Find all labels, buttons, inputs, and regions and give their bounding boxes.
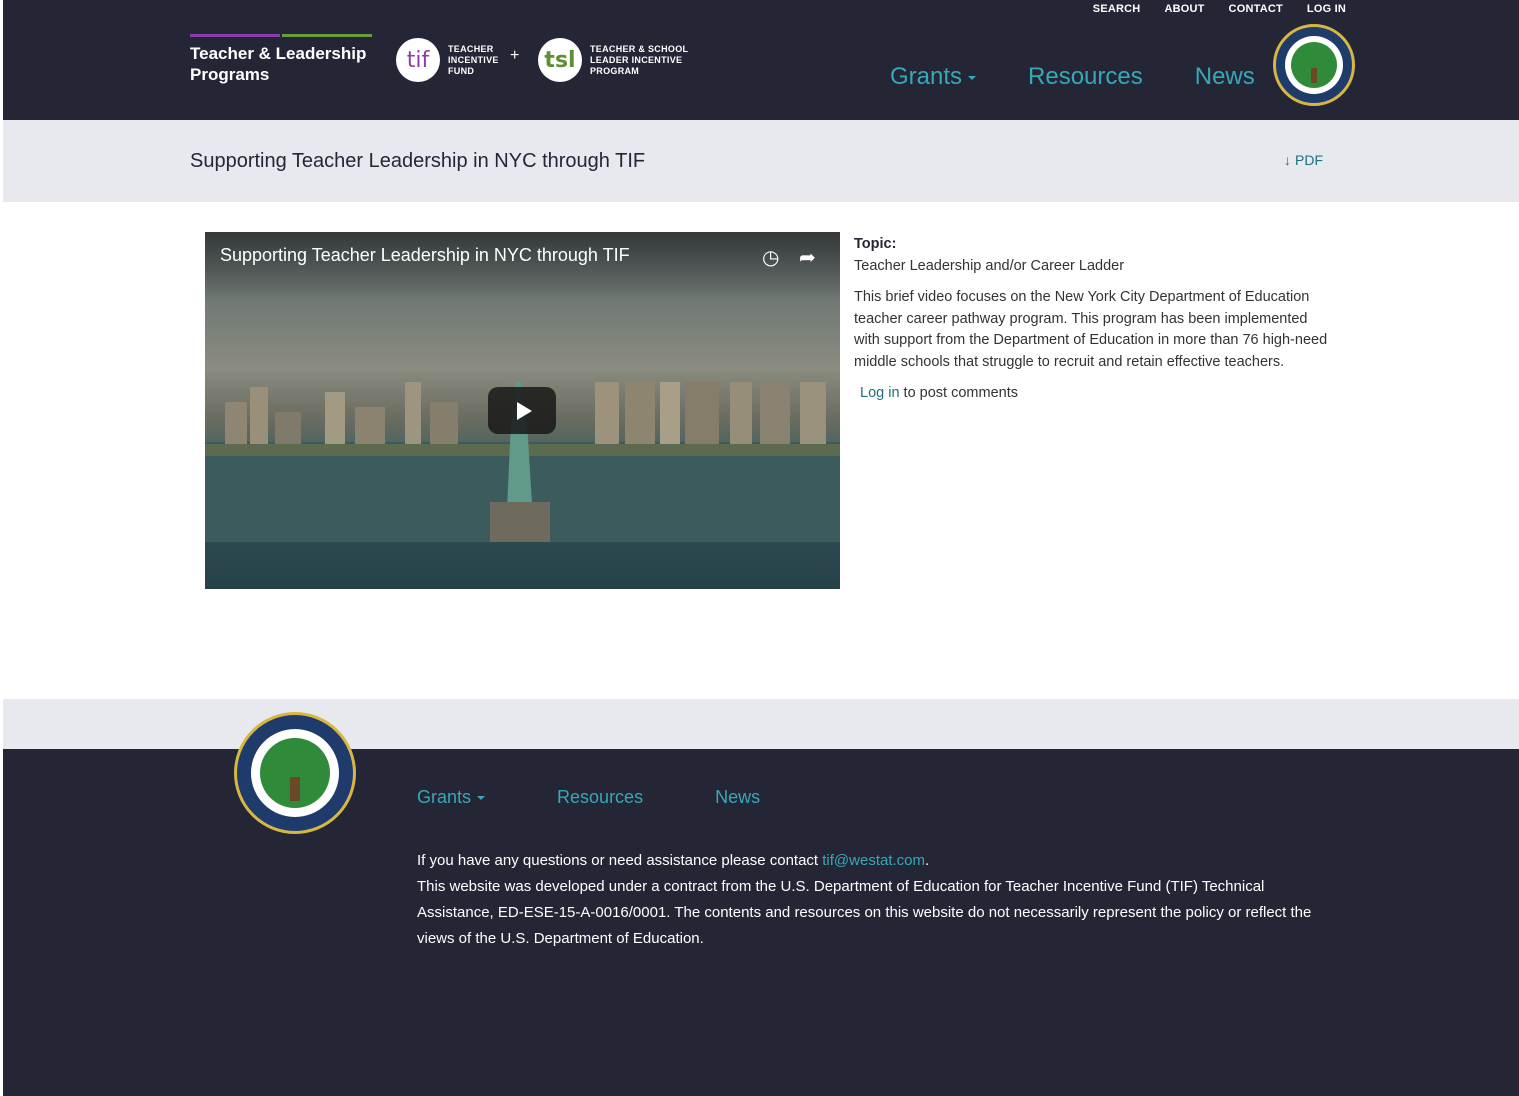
footer-disclaimer: This website was developed under a contr…	[417, 878, 1312, 947]
footer-contact: If you have any questions or need assist…	[417, 852, 930, 869]
nav-news[interactable]: News	[1195, 63, 1255, 91]
tif-logo-circle: tif	[396, 38, 440, 82]
page-title: Supporting Teacher Leadership in NYC thr…	[190, 150, 646, 172]
nav-grants[interactable]: Grants	[890, 63, 977, 91]
tif-logo[interactable]: tif TEACHER INCENTIVE FUND	[396, 38, 499, 82]
footer-nav: Grants Resources News	[417, 787, 760, 808]
login-to-comment-link[interactable]: Log in	[860, 385, 900, 401]
plus-sign: +	[510, 47, 520, 64]
nav-resources[interactable]: Resources	[1028, 63, 1143, 91]
contact-email-link[interactable]: tif@westat.com	[822, 852, 925, 869]
department-of-education-seal[interactable]	[1273, 24, 1355, 106]
footer-text: If you have any questions or need assist…	[417, 848, 1327, 952]
play-icon	[516, 401, 532, 420]
tsl-logo[interactable]: tsl TEACHER & SCHOOL LEADER INCENTIVE PROG…	[538, 38, 688, 82]
pdf-download-link[interactable]: ↓ PDF	[1284, 152, 1323, 168]
chevron-down-icon	[968, 75, 977, 80]
watch-later-icon[interactable]: ◷	[762, 245, 779, 270]
chevron-down-icon	[477, 796, 486, 801]
site-brand[interactable]: Teacher & Leadership Programs	[190, 34, 372, 85]
footer-department-of-education-seal[interactable]	[234, 712, 356, 834]
brand-color-bar	[190, 34, 372, 37]
utility-nav: SEARCH ABOUT CONTACT LOG IN	[1093, 3, 1346, 15]
footer-nav-resources[interactable]: Resources	[557, 787, 643, 808]
login-link[interactable]: LOG IN	[1307, 3, 1346, 15]
video-details: Topic: Teacher Leadership and/or Career …	[854, 234, 1334, 405]
footer-nav-news[interactable]: News	[715, 787, 760, 808]
tsl-logo-text: TEACHER & SCHOOL LEADER INCENTIVE PROGRAM	[590, 43, 689, 76]
comments-prompt: Log in to post comments	[860, 385, 1018, 401]
brand-title-line2: Programs	[190, 65, 270, 84]
download-arrow-icon: ↓	[1284, 152, 1291, 168]
topic-value: Teacher Leadership and/or Career Ladder	[854, 257, 1125, 274]
tif-logo-text: TEACHER INCENTIVE FUND	[448, 43, 499, 76]
footer-nav-grants[interactable]: Grants	[417, 787, 486, 808]
brand-title-line1: Teacher & Leadership	[190, 44, 367, 63]
contact-link[interactable]: CONTACT	[1229, 3, 1283, 15]
search-link[interactable]: SEARCH	[1093, 3, 1141, 15]
video-player[interactable]: Supporting Teacher Leadership in NYC thr…	[205, 232, 840, 589]
tsl-logo-circle: tsl	[538, 38, 582, 82]
video-description: This brief video focuses on the New York…	[854, 289, 1328, 370]
main-nav: Grants Resources News	[890, 63, 1255, 91]
about-link[interactable]: ABOUT	[1164, 3, 1204, 15]
share-icon[interactable]: ➦	[799, 245, 816, 270]
video-title[interactable]: Supporting Teacher Leadership in NYC thr…	[220, 245, 630, 266]
footer-band	[3, 699, 1519, 749]
topic-label: Topic:	[854, 236, 897, 252]
play-button[interactable]	[488, 387, 556, 434]
